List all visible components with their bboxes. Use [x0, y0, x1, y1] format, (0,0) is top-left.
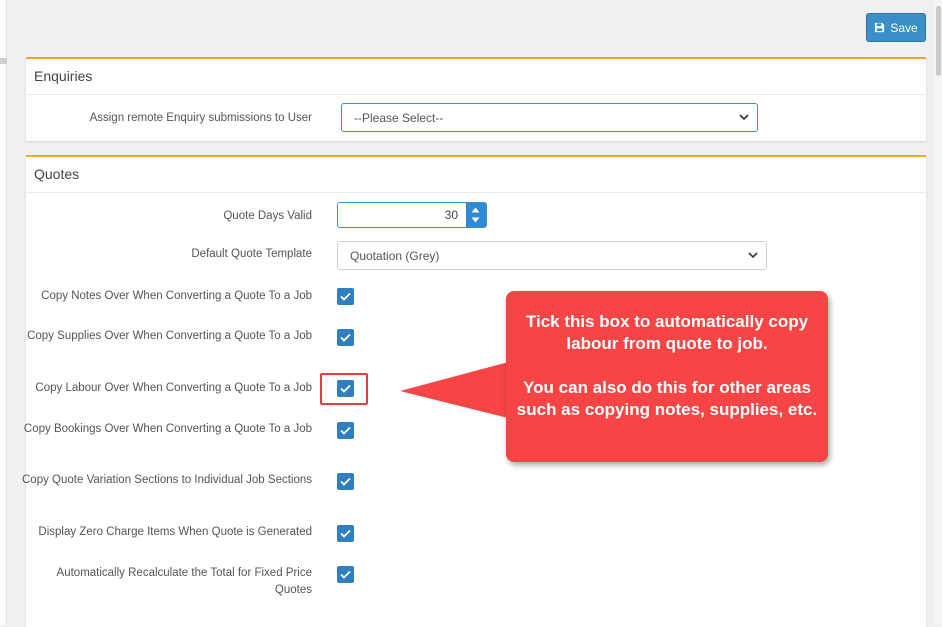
annotation-callout: Tick this box to automatically copy labo…	[506, 291, 828, 462]
callout-line-1: Tick this box to automatically copy labo…	[525, 312, 809, 353]
callout-line-2: You can also do this for other areas suc…	[516, 378, 818, 419]
